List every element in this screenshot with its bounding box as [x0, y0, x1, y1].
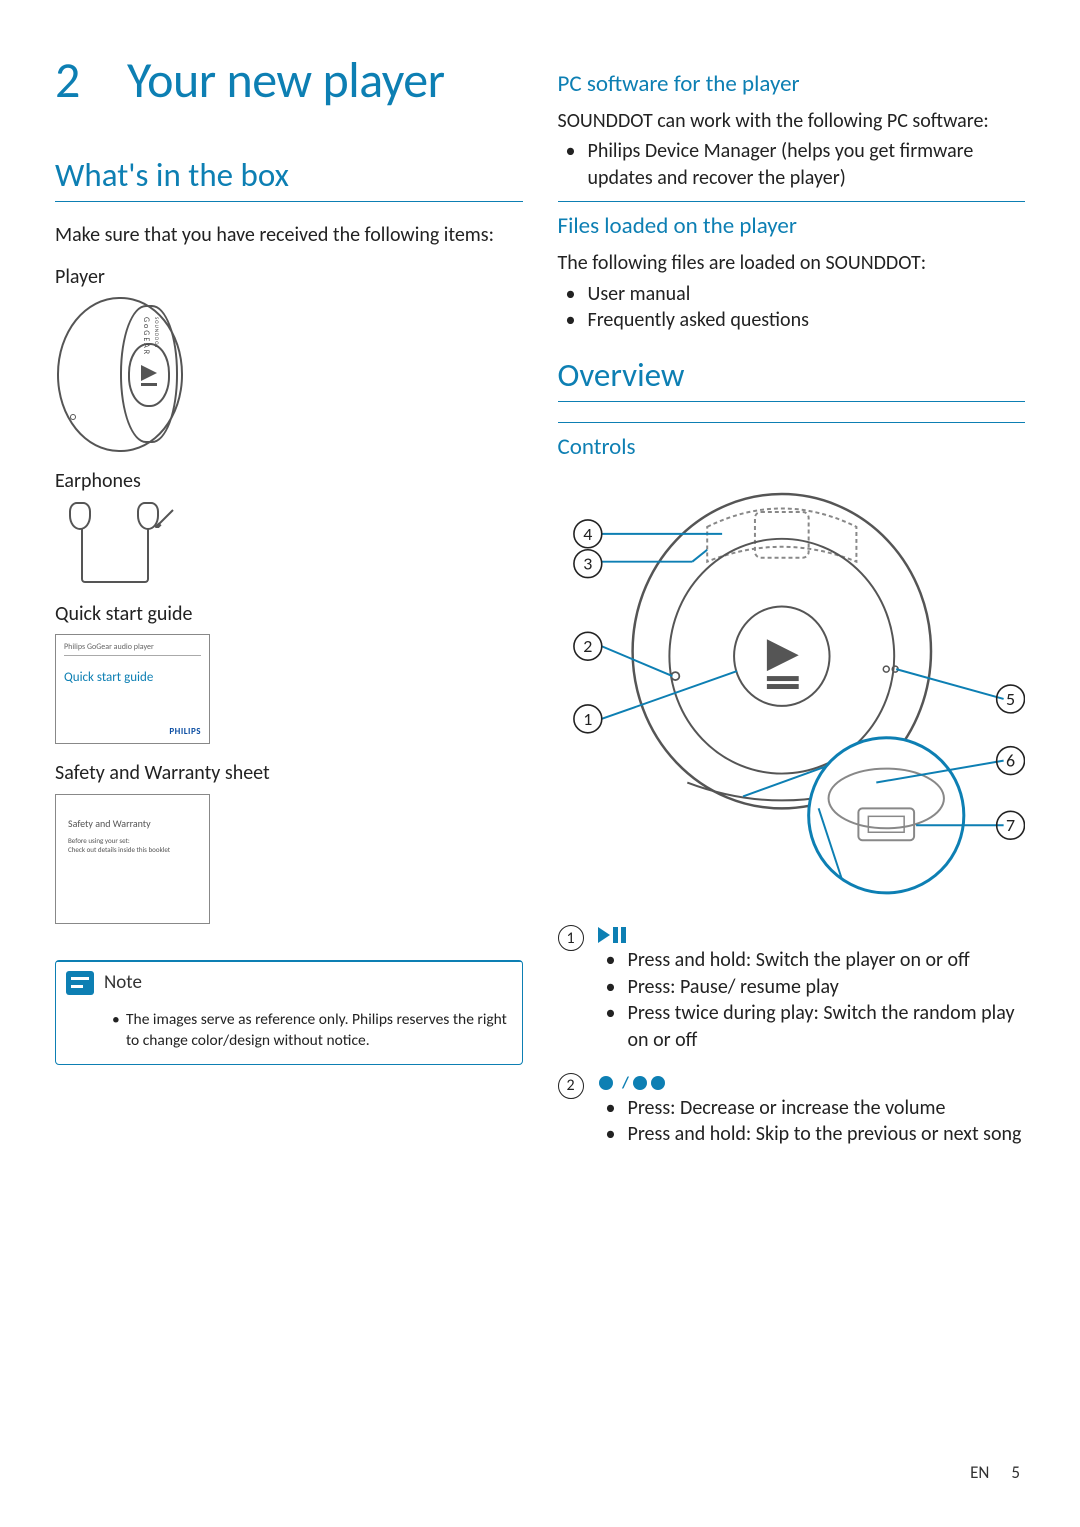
note-label: Note — [104, 971, 142, 994]
item-safety-label: Safety and Warranty sheet — [55, 760, 523, 786]
player-brand-text: GoGEAR — [141, 317, 151, 356]
subsection-files-loaded: Files loaded on the player — [558, 201, 1026, 240]
diagram-label-4: 4 — [583, 523, 592, 545]
files-bullet-2: Frequently asked questions — [588, 307, 1026, 333]
chapter-title: Your new player — [127, 50, 445, 111]
right-column: PC software for the player SOUNDDOT can … — [558, 50, 1026, 1158]
files-bullet-1: User manual — [588, 281, 1026, 307]
qsg-top-text: Philips GoGear audio player — [64, 642, 201, 656]
note-text: The images serve as reference only. Phil… — [126, 1010, 510, 1052]
diagram-label-3: 3 — [583, 553, 592, 575]
diagram-label-5: 5 — [1006, 688, 1015, 710]
control-num-2: 2 — [558, 1073, 584, 1099]
safety-line1: Before using your set: — [68, 836, 197, 845]
footer-lang: EN — [970, 1462, 989, 1483]
c2-b1: Press: Decrease or increase the volume — [628, 1095, 1026, 1121]
chapter-number: 2 — [55, 50, 127, 111]
qsg-brand-text: PHILIPS — [169, 726, 201, 737]
footer-page-number: 5 — [1011, 1462, 1020, 1483]
c1-b3: Press twice during play: Switch the rand… — [628, 1000, 1026, 1053]
note-icon — [66, 971, 94, 995]
control-row-2: 2 / Press: Decrease or increase the volu… — [558, 1073, 1026, 1158]
control-row-1: 1 Press and hold: Switch the player on o… — [558, 925, 1026, 1063]
control-num-1: 1 — [558, 925, 584, 951]
item-earphones-label: Earphones — [55, 468, 523, 494]
item-player-label: Player — [55, 264, 523, 290]
controls-diagram: 4 3 2 1 5 6 7 — [558, 471, 1026, 911]
diagram-label-2: 2 — [583, 636, 592, 658]
c1-b1: Press and hold: Switch the player on or … — [628, 947, 1026, 973]
diagram-label-1: 1 — [583, 708, 592, 730]
safety-illustration: Safety and Warranty Before using your se… — [55, 794, 210, 924]
subsection-pc-software: PC software for the player — [558, 70, 1026, 98]
c2-b2: Press and hold: Skip to the previous or … — [628, 1121, 1026, 1147]
svg-text:/: / — [621, 1075, 630, 1091]
volume-dots-icon: / — [598, 1073, 1026, 1091]
safety-line2: Check out details inside this booklet — [68, 845, 197, 854]
earphones-illustration — [55, 500, 175, 585]
qsg-illustration: Philips GoGear audio player Quick start … — [55, 634, 210, 744]
chapter-heading: 2Your new player — [55, 50, 523, 111]
pc-software-bullet: Philips Device Manager (helps you get fi… — [588, 138, 1026, 191]
player-model-text: SOUNDDOT — [153, 317, 159, 349]
play-pause-icon — [139, 363, 159, 387]
qsg-title-text: Quick start guide — [64, 670, 201, 685]
c1-b2: Press: Pause/ resume play — [628, 974, 1026, 1000]
diagram-label-6: 6 — [1006, 750, 1015, 772]
note-box: Note The images serve as reference only.… — [55, 960, 523, 1065]
diagram-label-7: 7 — [1006, 815, 1015, 837]
left-column: 2Your new player What's in the box Make … — [55, 50, 523, 1158]
box-intro: Make sure that you have received the fol… — [55, 222, 523, 248]
subsection-controls: Controls — [558, 422, 1026, 461]
files-loaded-intro: The following files are loaded on SOUNDD… — [558, 250, 1026, 276]
pc-software-intro: SOUNDDOT can work with the following PC … — [558, 108, 1026, 134]
page-footer: EN 5 — [970, 1462, 1020, 1483]
safety-title-text: Safety and Warranty — [68, 817, 197, 830]
player-illustration: GoGEAR SOUNDDOT — [55, 297, 185, 452]
section-whats-in-the-box: What's in the box — [55, 155, 523, 202]
play-pause-icon — [598, 925, 1026, 943]
item-qsg-label: Quick start guide — [55, 601, 523, 627]
section-overview: Overview — [558, 355, 1026, 402]
